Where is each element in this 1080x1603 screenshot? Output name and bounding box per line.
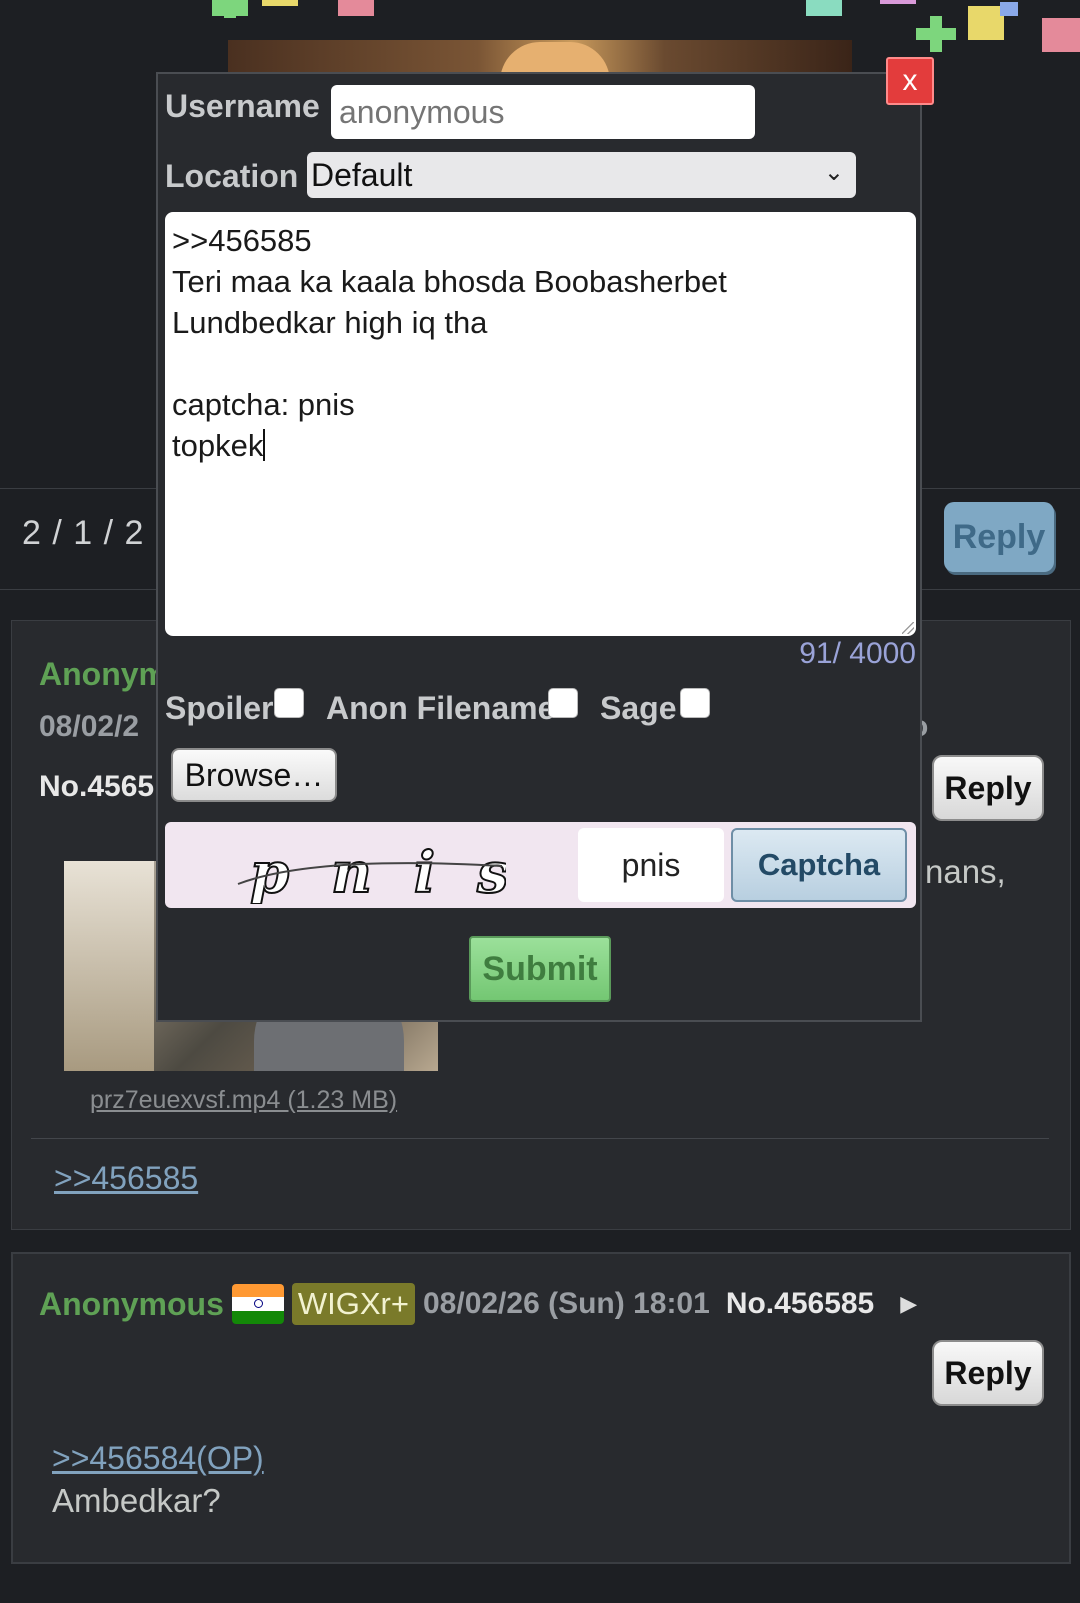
captcha-image: pnis: [236, 832, 510, 907]
decor-square: [338, 0, 374, 16]
decor-square: [806, 0, 842, 16]
post-date: 08/02/2: [39, 710, 140, 743]
decor-plus: [930, 16, 942, 52]
post-reply-button[interactable]: Reply: [932, 755, 1044, 821]
decor-square: [968, 6, 1004, 40]
sage-label: Sage: [600, 690, 677, 726]
decor-square: [1000, 2, 1018, 16]
post-body-fragment: nans,: [925, 853, 1006, 890]
anon-filename-checkbox[interactable]: [548, 688, 578, 718]
captcha-input[interactable]: pnis: [578, 828, 724, 902]
quote-link[interactable]: >>456585: [54, 1160, 198, 1197]
decor-square: [1042, 18, 1080, 52]
anon-filename-label: Anon Filename: [326, 690, 556, 726]
thread-reply-button[interactable]: Reply: [944, 502, 1054, 572]
sage-checkbox[interactable]: [680, 688, 710, 718]
post-date: 08/02/26 (Sun) 18:01: [422, 1287, 710, 1320]
location-select[interactable]: Default ⌄: [307, 152, 856, 198]
post-reply-button[interactable]: Reply: [932, 1340, 1044, 1406]
captcha-button[interactable]: Captcha: [731, 828, 907, 902]
submit-button[interactable]: Submit: [469, 936, 611, 1002]
comment-text: >>456585 Teri maa ka kaala bhosda Boobas…: [172, 223, 727, 463]
resize-handle[interactable]: [902, 622, 914, 634]
username-label: Username: [165, 88, 320, 124]
spoiler-label: Spoiler: [165, 690, 274, 726]
post-number[interactable]: No.4565: [39, 770, 154, 804]
chevron-down-icon: ⌄: [823, 159, 844, 186]
browse-file-button[interactable]: Browse…: [171, 748, 337, 802]
location-select-value: Default: [311, 156, 413, 193]
username-input[interactable]: [331, 85, 755, 139]
comment-textarea[interactable]: >>456585 Teri maa ka kaala bhosda Boobas…: [165, 212, 916, 636]
poster-id-badge[interactable]: WIGXr+: [291, 1283, 415, 1325]
play-arrow-icon[interactable]: ▶: [900, 1291, 917, 1317]
post-header: Anonymous WIGXr+ 08/02/26 (Sun) 18:01 No…: [39, 1283, 917, 1325]
text-cursor: [263, 429, 266, 461]
decor-square: [262, 0, 298, 6]
india-flag-icon: [231, 1284, 284, 1324]
quote-link[interactable]: >>456584(OP): [52, 1440, 264, 1477]
file-link[interactable]: prz7euexvsf.mp4 (1.23 MB): [90, 1086, 397, 1115]
post-body: Ambedkar?: [52, 1482, 221, 1519]
character-counter: 91/ 4000: [799, 637, 916, 670]
location-label: Location: [165, 158, 299, 194]
decor-square: [880, 0, 916, 4]
decor-plus: [224, 0, 236, 18]
thread-stats-counter: 2 / 1 / 2: [22, 514, 145, 552]
close-icon[interactable]: x: [886, 57, 934, 105]
post-number[interactable]: No.456585: [726, 1287, 874, 1321]
spoiler-checkbox[interactable]: [274, 688, 304, 718]
post-author-name: Anonymous: [39, 1285, 224, 1322]
post-divider: [31, 1138, 1049, 1139]
post-author-name: Anonym: [39, 656, 167, 692]
